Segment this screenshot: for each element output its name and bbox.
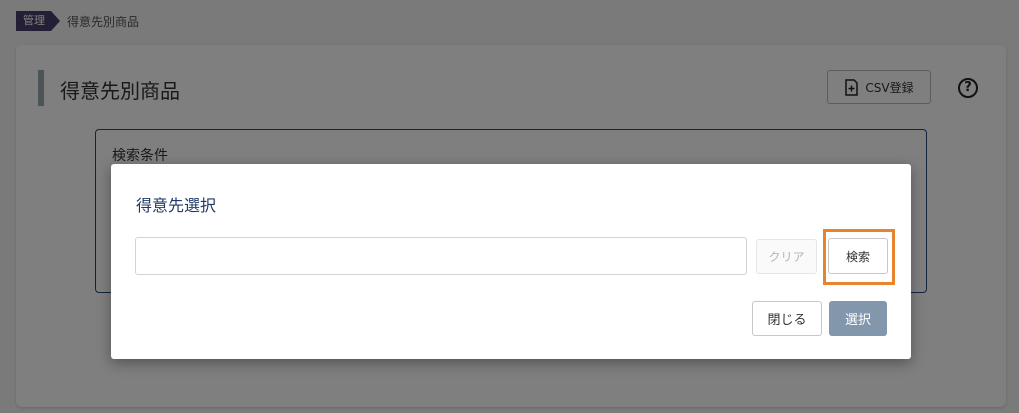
customer-select-dialog: 得意先選択 クリア 検索 閉じる 選択 [111, 164, 911, 359]
customer-search-input[interactable] [135, 237, 747, 275]
dialog-title: 得意先選択 [136, 196, 217, 215]
close-button[interactable]: 閉じる [752, 301, 822, 336]
select-button[interactable]: 選択 [829, 301, 887, 336]
search-button[interactable]: 検索 [828, 238, 888, 274]
clear-button[interactable]: クリア [756, 239, 817, 274]
